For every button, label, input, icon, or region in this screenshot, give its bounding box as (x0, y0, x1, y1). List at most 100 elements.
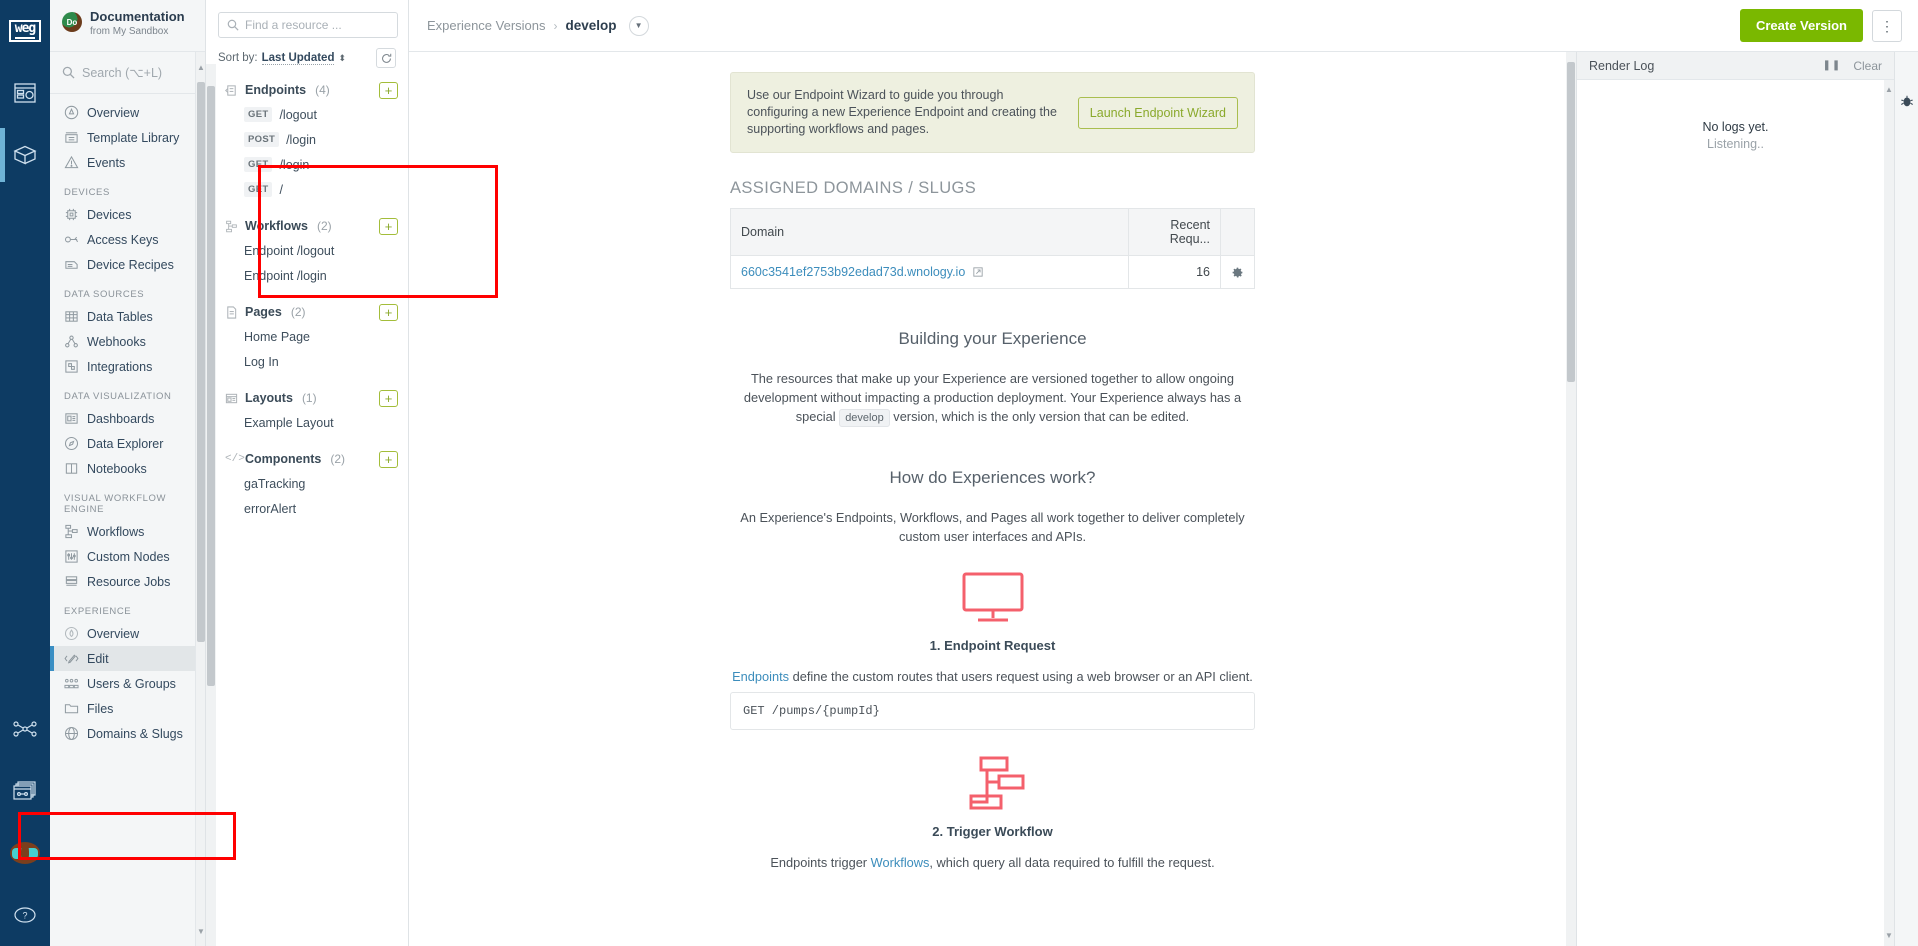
add-page-button[interactable]: + (379, 303, 398, 321)
scroll-down-icon[interactable]: ▼ (197, 926, 205, 938)
tree-leaf-endpoint[interactable]: POST /login (206, 127, 408, 152)
tree-leaf-label: Log In (244, 354, 279, 369)
sidebar-item-files[interactable]: Files (50, 696, 205, 721)
sidebar-item-resource-jobs[interactable]: Resource Jobs (50, 569, 205, 594)
sidebar-item-device-recipes[interactable]: Device Recipes (50, 252, 205, 277)
search-input[interactable]: Search (⌥+L) (50, 52, 205, 94)
scrollbar-thumb[interactable] (197, 82, 205, 642)
sort-updown-icon[interactable]: ⬍ (338, 53, 346, 64)
tree-leaf-component[interactable]: errorAlert (206, 496, 408, 521)
how-experiences-work-heading: How do Experiences work? (889, 468, 1096, 487)
folder-icon (64, 701, 79, 716)
resource-search-placeholder: Find a resource ... (245, 18, 342, 32)
doc-scrollbar[interactable] (1566, 52, 1576, 946)
content-area: Use our Endpoint Wizard to guide you thr… (409, 52, 1918, 946)
sidebar-item-devices[interactable]: Devices (50, 202, 205, 227)
sidebar-item-notebooks[interactable]: Notebooks (50, 456, 205, 481)
endpoints-link[interactable]: Endpoints (732, 669, 789, 684)
sort-value[interactable]: Last Updated (261, 52, 335, 65)
table-row: 660c3541ef2753b92edad73d.wnology.io 16 (730, 255, 1255, 289)
resource-tree-scrollbar[interactable] (206, 64, 216, 946)
domain-link[interactable]: 660c3541ef2753b92edad73d.wnology.io (741, 265, 965, 279)
pages-icon (225, 305, 238, 319)
tree-leaf-endpoint[interactable]: GET /logout (206, 102, 408, 127)
tree-leaf-page[interactable]: Log In (206, 349, 408, 374)
sidebar-item-integrations[interactable]: Integrations (50, 354, 205, 379)
workflows-link[interactable]: Workflows (871, 855, 930, 870)
search-placeholder: Search (⌥+L) (82, 66, 163, 80)
tree-section-header[interactable]: Pages (2) + (206, 300, 408, 324)
refresh-button[interactable] (376, 48, 396, 68)
scroll-up-icon[interactable]: ▲ (1884, 84, 1894, 96)
chip-icon (64, 207, 79, 222)
sidebar-item-events[interactable]: Events (50, 150, 205, 175)
sidebar-item-custom-nodes[interactable]: Custom Nodes (50, 544, 205, 569)
tree-leaf-endpoint[interactable]: GET /login (206, 152, 408, 177)
tree-section-header[interactable]: Workflows (2) + (206, 214, 408, 238)
sidebar-item-template-library[interactable]: Template Library (50, 125, 205, 150)
sidebar-item-data-tables[interactable]: Data Tables (50, 304, 205, 329)
create-version-button[interactable]: Create Version (1739, 9, 1863, 42)
sidebar-item-label: Files (87, 701, 114, 716)
sidebar-group-label-vwe: VISUAL WORKFLOW ENGINE (64, 493, 167, 515)
experiences-rail-item[interactable] (0, 760, 50, 822)
sidebar-item-label: Notebooks (87, 461, 147, 476)
add-workflow-button[interactable]: + (379, 217, 398, 235)
scroll-up-icon[interactable]: ▲ (197, 62, 205, 74)
sidebar-item-overview[interactable]: Overview (50, 100, 205, 125)
sidebar-item-webhooks[interactable]: Webhooks (50, 329, 205, 354)
sidebar-scrollbar[interactable]: ▲ ▼ (195, 52, 205, 946)
sidebar-item-label: Integrations (87, 359, 153, 374)
rail-logo[interactable]: weg (0, 0, 50, 62)
render-log-body: No logs yet. Listening.. (1577, 80, 1894, 946)
monitor-illustration (730, 572, 1255, 624)
tree-leaf-endpoint[interactable]: GET / (206, 177, 408, 202)
pause-icon[interactable]: ❚❚ (1823, 60, 1842, 71)
tree-section-header[interactable]: Endpoints (4) + (206, 78, 408, 102)
clear-log-button[interactable]: Clear (1853, 59, 1882, 73)
tree-leaf-component[interactable]: gaTracking (206, 471, 408, 496)
wizard-banner-text: Use our Endpoint Wizard to guide you thr… (747, 88, 1057, 136)
debug-bug-icon[interactable] (1900, 94, 1914, 108)
edit-icon (64, 651, 79, 666)
render-log-scrollbar[interactable]: ▲ ▼ (1884, 80, 1894, 946)
sidebar-item-access-keys[interactable]: Access Keys (50, 227, 205, 252)
tree-leaf-workflow[interactable]: Endpoint /login (206, 263, 408, 288)
chevron-down-icon[interactable]: ▼ (628, 15, 649, 36)
sidebar-app-header[interactable]: Do Documentation from My Sandbox (50, 0, 205, 52)
launch-endpoint-wizard-button[interactable]: Launch Endpoint Wizard (1077, 96, 1238, 129)
add-endpoint-button[interactable]: + (379, 81, 398, 99)
tree-leaf-workflow[interactable]: Endpoint /logout (206, 238, 408, 263)
scrollbar-thumb[interactable] (1567, 62, 1575, 382)
breadcrumb-parent[interactable]: Experience Versions (427, 18, 546, 33)
scroll-down-icon[interactable]: ▼ (1884, 930, 1894, 942)
resource-search-wrap: Find a resource ... (206, 0, 408, 46)
applications-rail-item[interactable] (0, 124, 50, 186)
gear-icon[interactable] (1231, 266, 1244, 279)
workflows-rail-item[interactable] (0, 698, 50, 760)
add-layout-button[interactable]: + (379, 389, 398, 407)
dashboards-rail-item[interactable] (0, 62, 50, 124)
sidebar-item-experience-overview[interactable]: Overview (50, 621, 205, 646)
tree-leaf-label: /login (279, 157, 310, 172)
cell-domain: 660c3541ef2753b92edad73d.wnology.io (730, 255, 1129, 289)
sidebar-item-dashboards[interactable]: Dashboards (50, 406, 205, 431)
tree-leaf-page[interactable]: Home Page (206, 324, 408, 349)
debug-rail-item[interactable] (0, 822, 50, 884)
tree-section-header[interactable]: Layouts (1) + (206, 386, 408, 410)
sidebar-item-edit[interactable]: Edit (50, 646, 205, 671)
sidebar-item-users-groups[interactable]: Users & Groups (50, 671, 205, 696)
more-options-button[interactable]: ⋮ (1872, 9, 1902, 42)
resource-search-input[interactable]: Find a resource ... (218, 12, 398, 38)
render-log-empty-sub: Listening.. (1707, 137, 1764, 151)
add-component-button[interactable]: + (379, 450, 398, 468)
tree-section-header[interactable]: </> Components (2) + (206, 447, 408, 471)
sidebar-item-data-explorer[interactable]: Data Explorer (50, 431, 205, 456)
external-link-icon[interactable] (973, 267, 983, 279)
cell-settings[interactable] (1220, 255, 1255, 289)
help-rail-item[interactable]: ? (0, 884, 50, 946)
sidebar-item-domains-slugs[interactable]: Domains & Slugs (50, 721, 205, 746)
sidebar-item-workflows[interactable]: Workflows (50, 519, 205, 544)
tree-leaf-layout[interactable]: Example Layout (206, 410, 408, 435)
scrollbar-thumb[interactable] (207, 86, 215, 686)
